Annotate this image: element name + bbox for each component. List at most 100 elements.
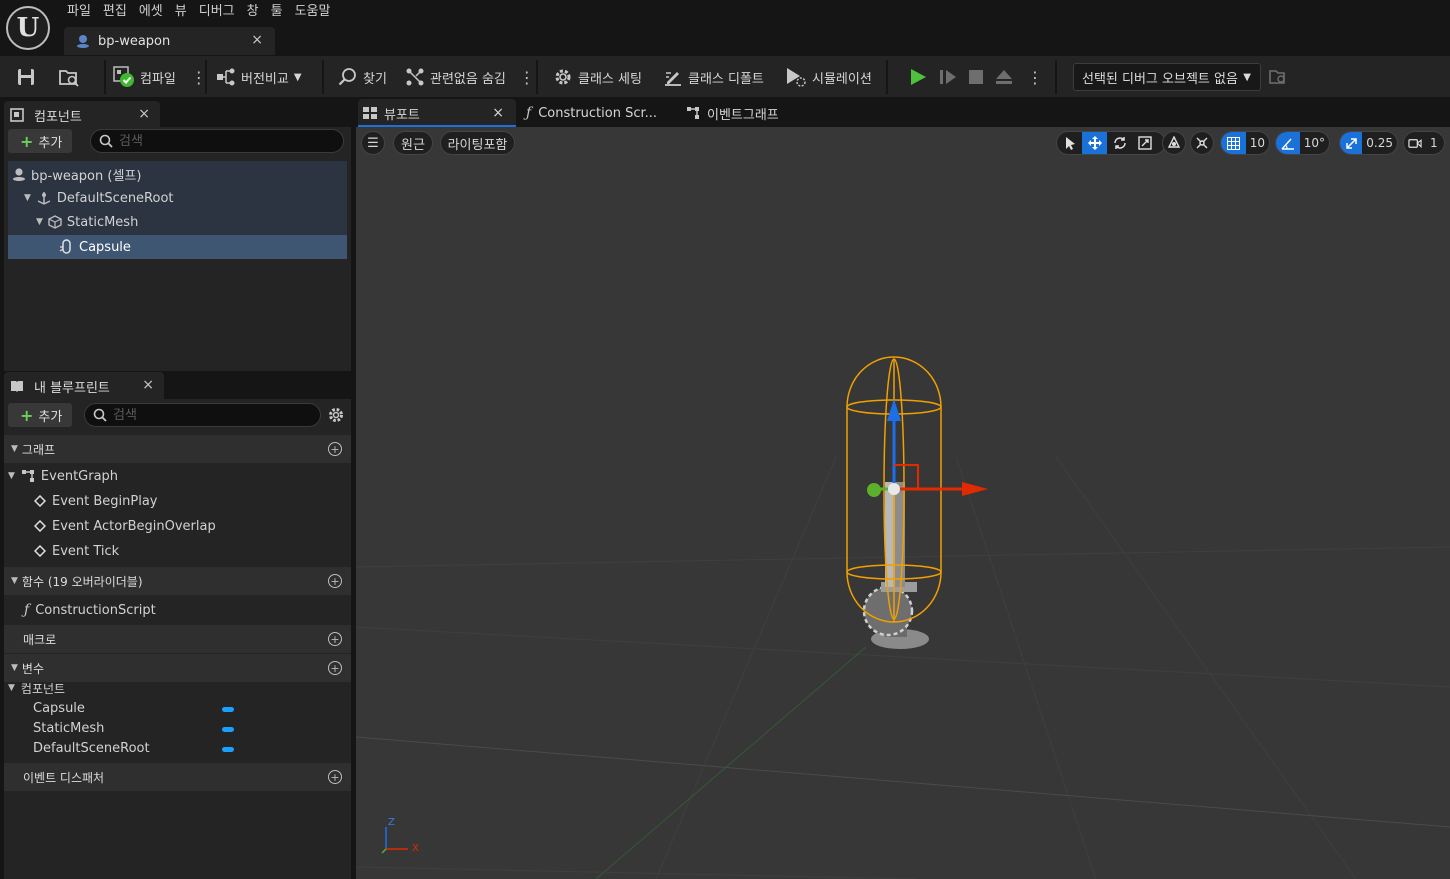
close-icon[interactable]: ×: [138, 106, 150, 122]
viewport-options-button[interactable]: ☰: [361, 131, 385, 155]
surface-snap-icon: [1196, 137, 1208, 149]
grid-snap-toggle[interactable]: [1221, 132, 1246, 154]
add-dispatcher-icon[interactable]: +: [328, 770, 342, 784]
hide-unrelated-button[interactable]: 관련없음 숨김 ⋮: [405, 65, 535, 89]
variable-item-static-mesh[interactable]: StaticMesh: [33, 718, 104, 738]
tab-viewport[interactable]: 뷰포트 ×: [358, 99, 516, 127]
event-item[interactable]: Event Tick: [34, 539, 119, 563]
debug-filter-button[interactable]: [1268, 65, 1288, 89]
class-settings-button[interactable]: 클래스 세팅: [553, 65, 642, 89]
add-function-icon[interactable]: +: [328, 574, 342, 588]
rotation-snap-value[interactable]: 10°: [1300, 132, 1329, 154]
document-tab[interactable]: bp-weapon ×: [64, 27, 275, 55]
event-item[interactable]: Event ActorBeginOverlap: [34, 514, 216, 538]
menu-file[interactable]: 파일: [66, 3, 102, 21]
find-label: 찾기: [363, 71, 387, 87]
translate-tool[interactable]: [1082, 132, 1107, 154]
close-icon[interactable]: ×: [251, 32, 263, 48]
lighting-mode-button[interactable]: 라이팅포함: [440, 131, 515, 155]
add-member-button[interactable]: + 추가: [8, 403, 73, 427]
blueprint-search-input[interactable]: [113, 407, 313, 423]
rotation-snap-group[interactable]: 10°: [1275, 131, 1330, 155]
viewport[interactable]: Z X ☰ 원근 라이팅포함 10 10° 0.25 1: [356, 127, 1450, 879]
unreal-logo[interactable]: U: [6, 6, 50, 50]
section-graphs[interactable]: ▼ 그래프 +: [4, 435, 351, 463]
compile-options-icon[interactable]: ⋮: [191, 68, 207, 87]
tree-item-static-mesh[interactable]: ▼ StaticMesh: [36, 210, 138, 234]
add-macro-icon[interactable]: +: [328, 632, 342, 646]
compile-check-icon: [113, 66, 134, 87]
menu-edit[interactable]: 편집: [102, 3, 138, 21]
grid-snap-group[interactable]: 10: [1220, 131, 1270, 155]
scale-snap-toggle[interactable]: [1340, 132, 1363, 154]
expand-arrow-icon: ▼: [24, 193, 31, 203]
event-item-label: Event BeginPlay: [52, 493, 158, 509]
simulation-button[interactable]: 시뮬레이션: [785, 65, 872, 89]
select-tool[interactable]: [1057, 132, 1082, 154]
browse-button[interactable]: [58, 65, 80, 89]
tree-item-default-scene-root[interactable]: ▼ DefaultSceneRoot: [24, 186, 174, 210]
compile-button[interactable]: 컴파일 ⋮: [113, 65, 207, 89]
transform-tools: [1056, 131, 1166, 155]
hide-unrelated-options-icon[interactable]: ⋮: [519, 68, 535, 87]
close-icon[interactable]: ×: [492, 105, 504, 121]
variable-category-components[interactable]: ▼ 컴포넌트: [8, 679, 65, 697]
save-button[interactable]: [16, 65, 36, 89]
tab-construction-script[interactable]: ƒ Construction Scr...: [526, 99, 657, 127]
debug-object-select[interactable]: 선택된 디버그 오브젝트 없음 ▼: [1073, 63, 1261, 91]
rotation-snap-toggle[interactable]: [1276, 132, 1300, 154]
diff-button[interactable]: 버전비교 ▼: [216, 65, 302, 89]
graph-item-event-graph[interactable]: ▼ EventGraph: [8, 464, 118, 488]
rotate-tool[interactable]: [1107, 132, 1132, 154]
tree-item-self[interactable]: bp-weapon (셀프): [12, 162, 141, 186]
add-graph-icon[interactable]: +: [328, 442, 342, 456]
components-search-input[interactable]: [119, 133, 319, 149]
variable-item-default-scene-root[interactable]: DefaultSceneRoot: [33, 738, 150, 758]
world-local-toggle[interactable]: [1162, 131, 1186, 155]
tab-event-graph[interactable]: 이벤트그래프: [686, 99, 779, 127]
blueprint-search[interactable]: [84, 403, 321, 427]
camera-speed-value[interactable]: 1: [1426, 132, 1442, 154]
close-icon[interactable]: ×: [142, 377, 154, 393]
section-macros[interactable]: 매크로 +: [4, 625, 351, 653]
hamburger-icon: ☰: [367, 135, 379, 151]
scale-tool[interactable]: [1132, 132, 1157, 154]
class-settings-label: 클래스 세팅: [578, 71, 642, 87]
grid-snap-value[interactable]: 10: [1246, 132, 1269, 154]
find-button[interactable]: 찾기: [338, 65, 387, 89]
section-variables[interactable]: ▼ 변수 +: [4, 654, 351, 682]
menu-asset[interactable]: 에셋: [138, 3, 174, 21]
components-search[interactable]: [90, 129, 344, 153]
menu-window[interactable]: 창: [246, 3, 270, 21]
add-component-button[interactable]: + 추가: [8, 129, 73, 153]
camera-speed-group[interactable]: 1: [1403, 131, 1445, 155]
advance-frame-button[interactable]: [938, 65, 958, 89]
play-options-button[interactable]: ⋮: [1027, 65, 1043, 89]
menu-tools[interactable]: 툴: [270, 3, 294, 21]
section-event-dispatchers[interactable]: 이벤트 디스패처 +: [4, 763, 351, 791]
scale-snap-group[interactable]: 0.25: [1339, 131, 1398, 155]
menu-view[interactable]: 뷰: [174, 3, 198, 21]
function-item-construction-script[interactable]: ƒ ConstructionScript: [24, 598, 156, 622]
add-variable-icon[interactable]: +: [328, 661, 342, 675]
play-button[interactable]: [908, 65, 928, 89]
event-item-label: Event Tick: [52, 543, 120, 559]
menu-debug[interactable]: 디버그: [198, 3, 246, 21]
tree-item-capsule-selected[interactable]: Capsule: [8, 235, 347, 259]
surface-snap-toggle[interactable]: [1190, 131, 1214, 155]
scale-snap-value[interactable]: 0.25: [1362, 132, 1397, 154]
tab-my-blueprint[interactable]: 내 블루프린트 ×: [4, 372, 164, 400]
perspective-button[interactable]: 원근: [393, 131, 433, 155]
class-defaults-button[interactable]: 클래스 디폴트: [663, 65, 764, 89]
lighting-label: 라이팅포함: [447, 137, 508, 153]
chevron-down-icon: ▼: [293, 71, 302, 83]
event-item[interactable]: Event BeginPlay: [34, 489, 158, 513]
section-functions[interactable]: ▼ 함수 (19 오버라이더블) +: [4, 567, 351, 595]
variable-item-capsule[interactable]: Capsule: [33, 698, 85, 718]
stop-button[interactable]: [967, 65, 985, 89]
settings-gear-icon[interactable]: [327, 406, 345, 424]
simulate-icon: [787, 68, 806, 87]
tab-components[interactable]: 컴포넌트 ×: [4, 101, 160, 129]
eject-button[interactable]: [994, 65, 1014, 89]
menu-help[interactable]: 도움말: [294, 3, 342, 21]
